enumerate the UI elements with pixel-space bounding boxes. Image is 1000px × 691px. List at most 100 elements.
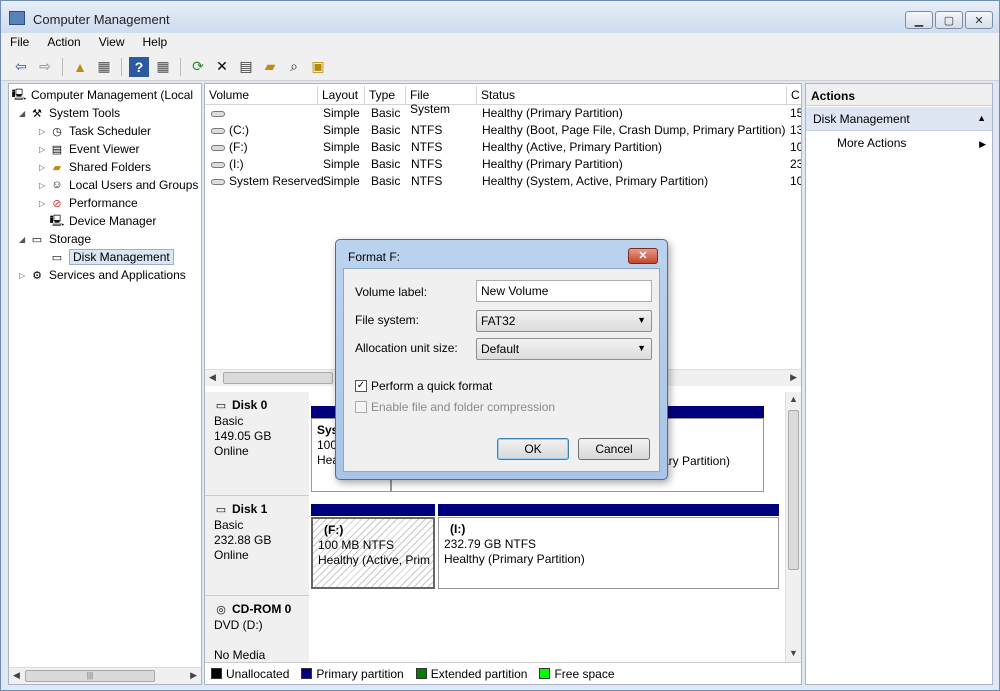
toolbar-separator	[180, 57, 181, 76]
disk-size: 149.05 GB	[214, 428, 272, 443]
tree-item-performance[interactable]: ▷ ⊘ Performance	[39, 194, 138, 212]
scroll-up-icon[interactable]: ▲	[789, 394, 798, 404]
checkbox-checked-icon[interactable]: ✓	[355, 380, 367, 392]
scroll-thumb[interactable]	[788, 410, 799, 570]
compression-checkbox[interactable]: Enable file and folder compression	[355, 400, 555, 414]
collapsed-arrow-icon[interactable]: ▷	[19, 271, 29, 280]
tree-item-storage[interactable]: ◢ ▭ Storage	[19, 230, 91, 248]
volume-name: System Reserved	[211, 174, 324, 188]
collapse-arrow-icon[interactable]: ▲	[977, 113, 986, 123]
dropdown-arrow-icon: ▼	[637, 343, 646, 353]
volume-status: Healthy (System, Active, Primary Partiti…	[482, 174, 709, 188]
delete-icon[interactable]: ✕	[212, 57, 232, 77]
volume-row[interactable]: (I:) Simple Basic NTFS Healthy (Primary Part…	[205, 157, 801, 174]
collapsed-arrow-icon[interactable]: ▷	[39, 163, 49, 172]
tree-horizontal-scrollbar[interactable]: ◀ ||| ▶	[9, 667, 201, 684]
quick-format-checkbox[interactable]: ✓ Perform a quick format	[355, 379, 492, 393]
menu-view[interactable]: View	[90, 33, 134, 53]
tree-item-event-viewer[interactable]: ▷ ▤ Event Viewer	[39, 140, 139, 158]
scroll-right-icon[interactable]: ▶	[190, 670, 197, 681]
properties-icon[interactable]: ▤	[236, 57, 256, 77]
volume-type: Basic	[371, 140, 401, 154]
scroll-left-icon[interactable]: ◀	[209, 372, 216, 383]
tree-item-task-scheduler[interactable]: ▷ ◷ Task Scheduler	[39, 122, 151, 140]
submenu-arrow-icon[interactable]: ▶	[979, 139, 986, 150]
column-header-volume[interactable]: Volume	[205, 86, 318, 105]
volume-layout: Simple	[323, 174, 360, 188]
collapsed-arrow-icon[interactable]: ▷	[39, 199, 49, 208]
scroll-down-icon[interactable]: ▼	[789, 648, 798, 658]
actions-section-disk-management[interactable]: Disk Management ▲	[806, 107, 992, 131]
tree-label: System Tools	[49, 106, 121, 120]
volume-row[interactable]: (C:) Simple Basic NTFS Healthy (Boot, Page F…	[205, 123, 801, 140]
open-folder-icon[interactable]: ▰	[260, 57, 280, 77]
checkbox-disabled-icon[interactable]	[355, 401, 367, 413]
tree-label: Services and Applications	[49, 268, 186, 282]
tree-item-local-users[interactable]: ▷ ☺ Local Users and Groups	[39, 176, 198, 194]
close-window-button[interactable]: ✕	[965, 11, 993, 29]
menu-action[interactable]: Action	[38, 33, 89, 53]
menu-help[interactable]: Help	[134, 33, 177, 53]
volume-row[interactable]: (F:) Simple Basic NTFS Healthy (Active, Prim…	[205, 140, 801, 157]
column-header-capacity[interactable]: C	[787, 86, 801, 105]
legend-swatch	[415, 668, 427, 679]
more-actions-item[interactable]: More Actions	[837, 136, 906, 150]
help-icon[interactable]: ?	[129, 56, 149, 77]
search-icon[interactable]: ⌕	[284, 57, 304, 77]
tree-label: Device Manager	[69, 214, 157, 228]
disk-properties-icon[interactable]: ▣	[308, 57, 328, 77]
forward-arrow-icon[interactable]: ⇨	[35, 57, 55, 77]
tree-label: Shared Folders	[69, 160, 152, 174]
volume-row[interactable]: Simple Basic Healthy (Primary Partition) 15	[205, 106, 801, 123]
scroll-left-icon[interactable]: ◀	[13, 670, 20, 681]
volume-layout: Simple	[323, 106, 360, 120]
volume-row[interactable]: System Reserved Simple Basic NTFS Healthy (S…	[205, 174, 801, 191]
tree-item-shared-folders[interactable]: ▷ ▰ Shared Folders	[39, 158, 151, 176]
file-system-select[interactable]: FAT32 ▼	[476, 310, 652, 332]
cancel-button[interactable]: Cancel	[578, 438, 650, 460]
dialog-close-button[interactable]: ✕	[628, 248, 658, 264]
tree-item-root[interactable]: 🖳 Computer Management (Local	[11, 86, 193, 104]
cdrom-0-label[interactable]: ◎ CD-ROM 0 DVD (D:) No Media	[205, 596, 309, 666]
up-folder-icon[interactable]: ▲	[70, 57, 90, 77]
volume-label-input[interactable]: New Volume	[476, 280, 652, 302]
maximize-button[interactable]: ▢	[935, 11, 963, 29]
ok-button[interactable]: OK	[497, 438, 569, 460]
disk-view-vertical-scrollbar[interactable]: ▲ ▼	[785, 392, 801, 664]
volume-capacity: 13	[790, 123, 801, 137]
collapsed-arrow-icon[interactable]: ▷	[39, 145, 49, 154]
tree-item-disk-management[interactable]: ▭ Disk Management	[49, 248, 174, 266]
column-header-status[interactable]: Status	[477, 86, 787, 105]
minimize-button[interactable]: ▁	[905, 11, 933, 29]
tree-item-system-tools[interactable]: ◢ ⚒ System Tools	[19, 104, 120, 122]
column-header-type[interactable]: Type	[365, 86, 406, 105]
drive-icon	[211, 178, 225, 185]
volume-status: Healthy (Primary Partition)	[482, 157, 623, 171]
disk-1-label[interactable]: ▭ Disk 1 Basic 232.88 GB Online	[205, 496, 309, 596]
volume-type: Basic	[371, 174, 401, 188]
allocation-unit-select[interactable]: Default ▼	[476, 338, 652, 360]
legend-free-space: Free space	[539, 667, 615, 681]
scroll-thumb[interactable]: |||	[25, 670, 155, 682]
back-arrow-icon[interactable]: ⇦	[11, 57, 31, 77]
expanded-arrow-icon[interactable]: ◢	[19, 235, 29, 244]
disk-0-label[interactable]: ▭ Disk 0 Basic 149.05 GB Online	[205, 392, 309, 496]
scroll-thumb[interactable]	[223, 372, 333, 384]
tree-label: Disk Management	[69, 249, 174, 265]
expanded-arrow-icon[interactable]: ◢	[19, 109, 29, 118]
collapsed-arrow-icon[interactable]: ▷	[39, 181, 49, 190]
disk-1-partition-f[interactable]: (F:) 100 MB NTFS Healthy (Active, Prim	[311, 517, 435, 589]
collapsed-arrow-icon[interactable]: ▷	[39, 127, 49, 136]
tree-item-device-manager[interactable]: 🖳 Device Manager	[49, 212, 157, 230]
scroll-right-icon[interactable]: ▶	[790, 372, 797, 383]
tree-item-services[interactable]: ▷ ⚙ Services and Applications	[19, 266, 186, 284]
show-hide-tree-icon[interactable]: ▦	[94, 57, 114, 77]
refresh-icon[interactable]: ⟳	[188, 57, 208, 77]
menu-file[interactable]: File	[1, 33, 38, 53]
column-header-file-system[interactable]: File System	[406, 86, 477, 116]
show-action-pane-icon[interactable]: ▦	[153, 57, 173, 77]
disk-management-icon: ▭	[51, 251, 63, 264]
column-header-layout[interactable]: Layout	[318, 86, 365, 105]
disk-1-partition-i[interactable]: (I:) 232.79 GB NTFS Healthy (Primary Par…	[438, 517, 779, 589]
disk-name: CD-ROM 0	[232, 602, 292, 616]
